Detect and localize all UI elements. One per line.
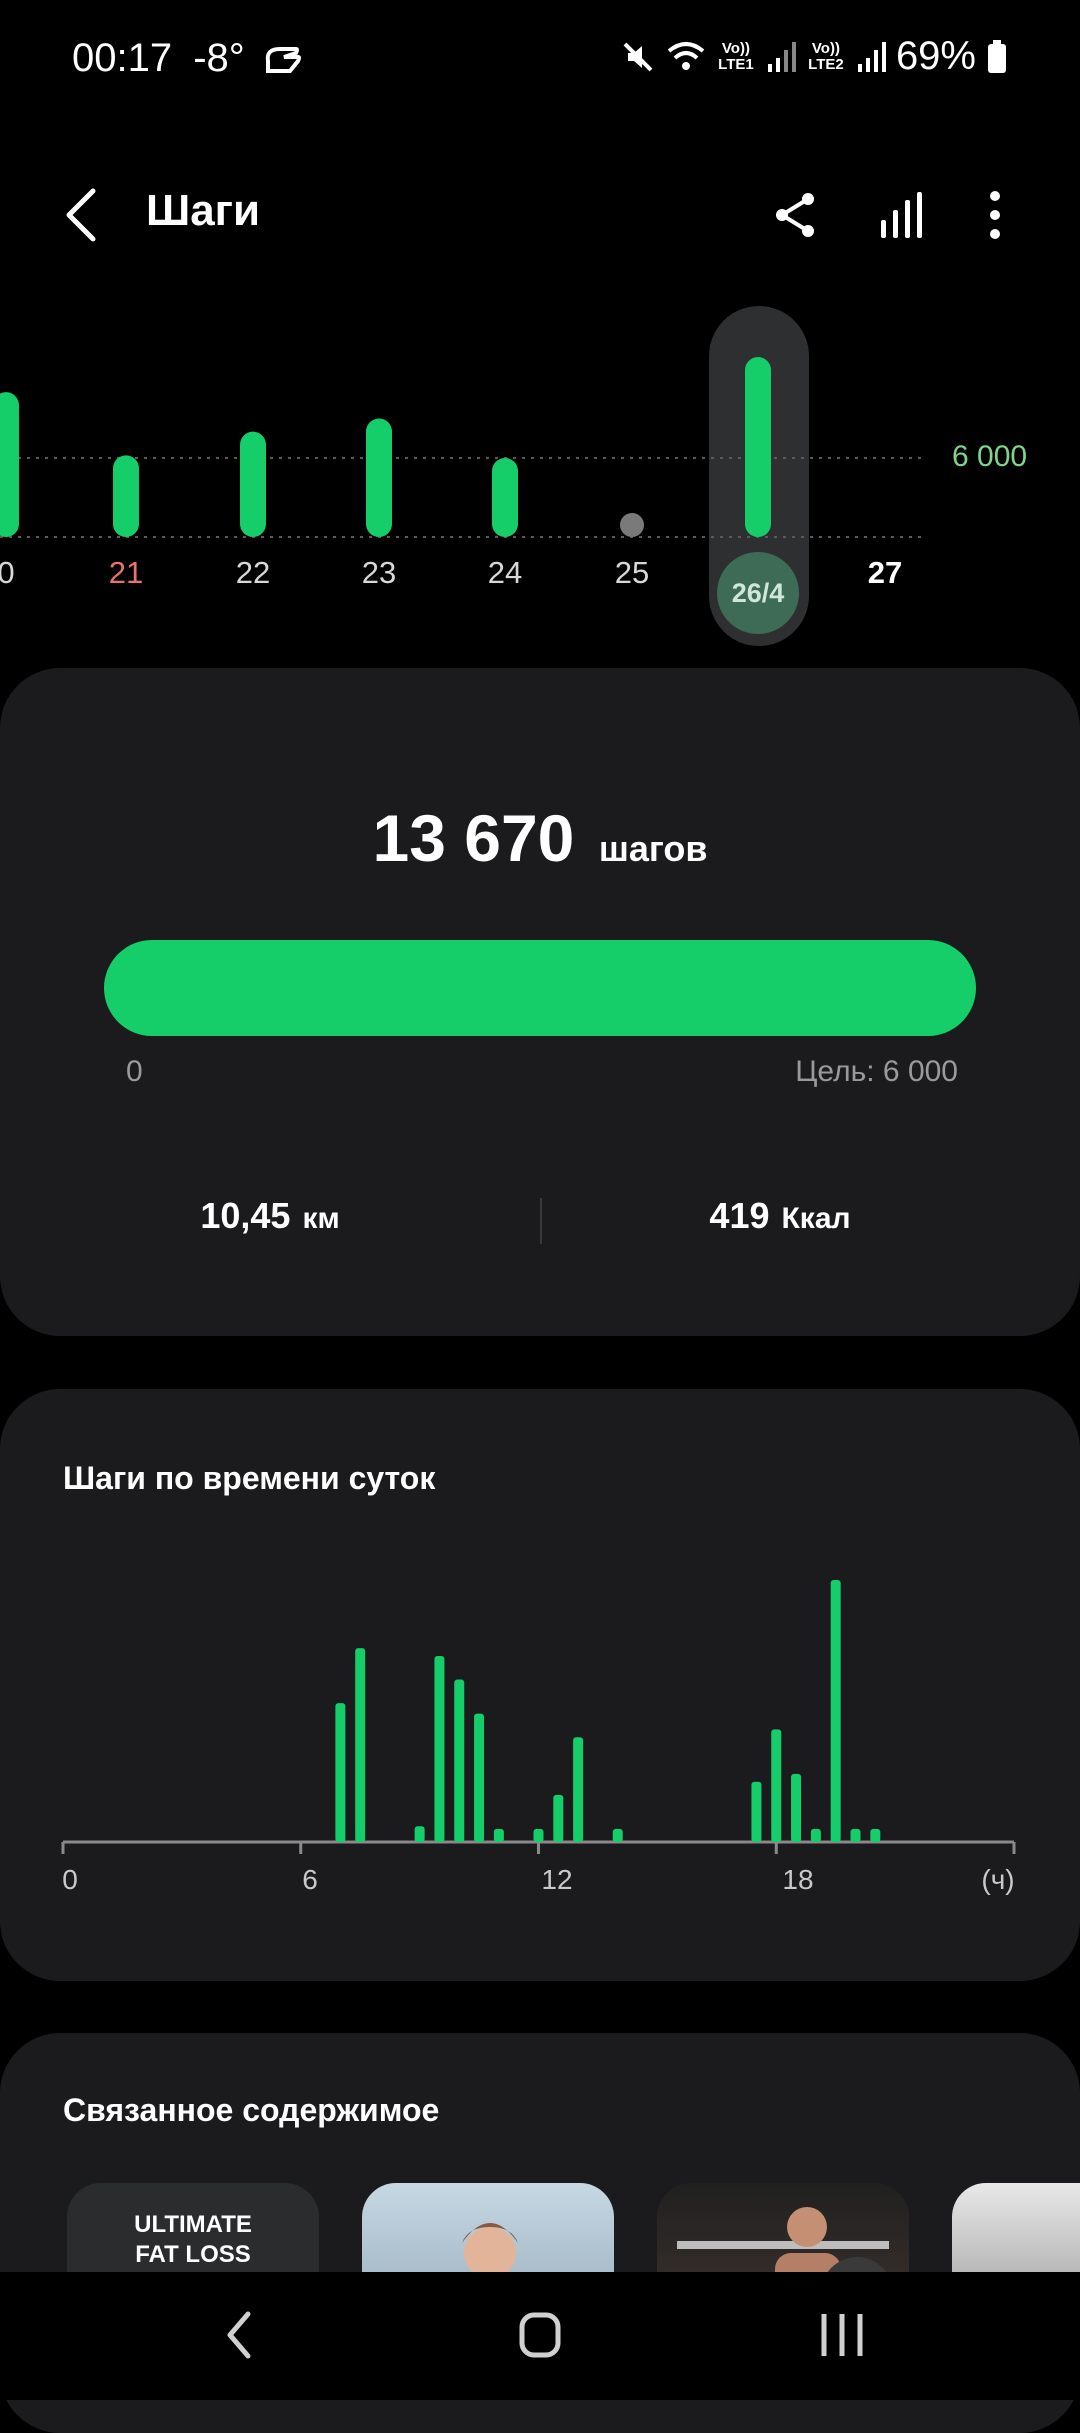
- week-day-label[interactable]: 22: [236, 555, 270, 591]
- nav-recents-icon: [821, 2314, 863, 2356]
- progress-goal: Цель: 6 000: [795, 1055, 958, 1088]
- hour-bar: [553, 1794, 564, 1842]
- steps-total: 13 670 шагов: [0, 800, 1080, 876]
- hour-bar: [414, 1826, 425, 1842]
- hour-tick-label: (ч): [981, 1864, 1015, 1895]
- nav-recents-button[interactable]: [812, 2300, 872, 2370]
- week-day-label[interactable]: 25: [615, 555, 649, 591]
- nav-home-icon: [519, 2312, 561, 2358]
- steps-unit: шагов: [598, 828, 708, 869]
- hour-bar: [830, 1580, 841, 1842]
- distance-unit: км: [302, 1202, 340, 1235]
- share-button[interactable]: [760, 180, 830, 250]
- cloud-sync-icon: [265, 47, 301, 74]
- nav-home-button[interactable]: [510, 2300, 570, 2370]
- week-bar[interactable]: [492, 458, 518, 537]
- chart-view-button[interactable]: [866, 180, 936, 250]
- mute-icon: [623, 42, 653, 71]
- hour-bar: [850, 1828, 861, 1842]
- hour-bar: [771, 1729, 782, 1842]
- hour-bar: [791, 1773, 802, 1842]
- hour-bar: [612, 1828, 623, 1842]
- calories-stat: 419 Ккал: [540, 1195, 1020, 1237]
- hour-bar: [454, 1679, 465, 1842]
- week-day-label[interactable]: 27: [868, 555, 902, 591]
- temperature: -8°: [193, 36, 245, 80]
- calories-unit: Ккал: [781, 1202, 851, 1235]
- fat-loss-line2: FAT LOSS: [135, 2241, 251, 2268]
- share-icon: [776, 193, 814, 237]
- status-icons: Vo)) LTE1 Vo)) LTE2 69%: [620, 34, 1008, 79]
- week-day-label[interactable]: 0: [0, 555, 15, 591]
- goal-progress-bar: [104, 940, 976, 1036]
- hour-bar: [870, 1828, 881, 1842]
- goal-line-label: 6 000: [952, 440, 1028, 473]
- back-arrow-icon: [66, 188, 96, 242]
- nav-back-button[interactable]: [210, 2300, 270, 2370]
- hour-bar: [573, 1737, 584, 1842]
- hour-bar: [533, 1828, 544, 1842]
- hour-bar: [810, 1828, 821, 1842]
- hourly-title: Шаги по времени суток: [63, 1460, 436, 1496]
- status-time: 00:17 -8°: [72, 36, 302, 81]
- progress-min: 0: [126, 1055, 143, 1088]
- sim1-label: Vo)) LTE1: [718, 39, 754, 73]
- week-day-selected[interactable]: 26/4: [717, 552, 799, 634]
- week-bar[interactable]: [0, 392, 19, 537]
- week-bar-empty[interactable]: [620, 513, 644, 537]
- week-day-label[interactable]: 21: [109, 555, 143, 591]
- page-title: Шаги: [146, 186, 261, 235]
- calories-value: 419: [709, 1195, 770, 1236]
- clock: 00:17: [72, 36, 173, 80]
- weekly-steps-chart: [0, 357, 925, 538]
- signal-1-icon: [767, 41, 796, 72]
- week-day-label[interactable]: 24: [488, 555, 522, 591]
- distance-value: 10,45: [200, 1195, 291, 1236]
- signal-2-icon: [857, 41, 886, 72]
- hour-bar: [751, 1781, 762, 1842]
- nav-back-icon: [227, 2311, 251, 2359]
- hour-tick-label: 6: [302, 1864, 318, 1895]
- week-bar[interactable]: [745, 357, 771, 537]
- more-vert-icon: [990, 191, 1000, 239]
- week-day-label[interactable]: 23: [362, 555, 396, 591]
- steps-value: 13 670: [372, 801, 575, 875]
- hour-bar: [434, 1655, 445, 1842]
- week-bar[interactable]: [366, 418, 392, 538]
- hour-bar: [355, 1648, 366, 1842]
- hour-bar: [335, 1703, 346, 1842]
- week-bar[interactable]: [113, 455, 139, 537]
- related-title: Связанное содержимое: [63, 2092, 440, 2128]
- sim2-label: Vo)) LTE2: [808, 39, 844, 73]
- hour-tick-label: 0: [62, 1864, 78, 1895]
- wifi-icon: [667, 41, 705, 70]
- hour-bar: [493, 1828, 504, 1842]
- hour-bar: [474, 1713, 485, 1842]
- bar-chart-icon: [881, 192, 922, 238]
- hour-tick-label: 18: [782, 1864, 814, 1895]
- distance-stat: 10,45 км: [0, 1195, 540, 1237]
- battery-percent: 69%: [895, 34, 976, 78]
- battery-icon: [988, 39, 1006, 73]
- back-button[interactable]: [56, 180, 106, 250]
- more-options-button[interactable]: [960, 180, 1030, 250]
- week-bar[interactable]: [240, 431, 266, 537]
- fat-loss-line1: ULTIMATE: [134, 2211, 252, 2238]
- hour-tick-label: 12: [541, 1864, 573, 1895]
- hourly-steps-chart: [61, 1580, 1016, 1854]
